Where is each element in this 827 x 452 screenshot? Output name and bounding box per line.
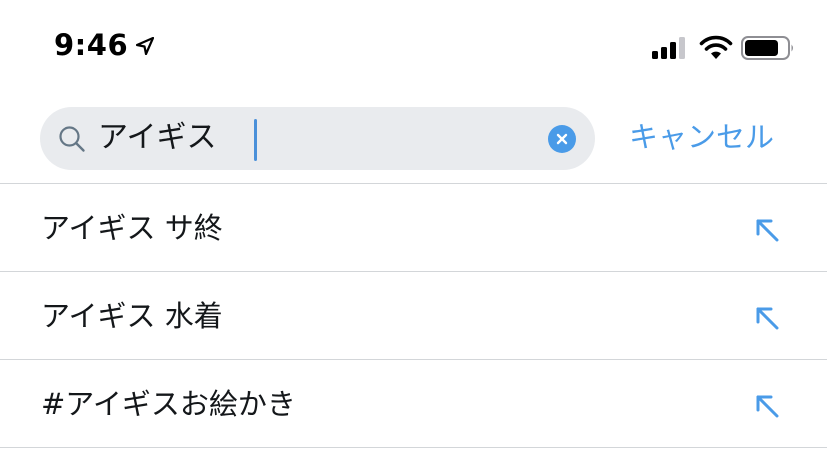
suggestion-label: アイギス 水着 bbox=[41, 299, 223, 333]
suggestion-item[interactable]: アイギス サ終 bbox=[0, 184, 827, 271]
clear-icon bbox=[556, 133, 568, 145]
fill-arrow-icon[interactable] bbox=[752, 215, 782, 245]
battery-icon bbox=[741, 36, 793, 60]
suggestion-item[interactable]: #アイギスお絵かき bbox=[0, 360, 827, 447]
search-query-text[interactable]: アイギス bbox=[98, 119, 217, 157]
clear-search-button[interactable] bbox=[548, 125, 576, 153]
location-icon bbox=[136, 37, 154, 55]
search-screen: 9:46 アイギス キャンセル アイギス サ終 アイギス 水着 #アイギスお絵か… bbox=[0, 0, 827, 452]
suggestion-item[interactable]: アイギス 水着 bbox=[0, 272, 827, 359]
divider bbox=[0, 447, 827, 448]
suggestion-label: アイギス サ終 bbox=[41, 211, 223, 245]
suggestion-list: アイギス サ終 アイギス 水着 #アイギスお絵かき bbox=[0, 183, 827, 448]
search-icon bbox=[59, 126, 85, 152]
signal-icon bbox=[652, 37, 685, 59]
search-bar-row: アイギス キャンセル bbox=[0, 95, 827, 183]
status-time: 9:46 bbox=[54, 28, 129, 62]
status-bar: 9:46 bbox=[0, 0, 827, 95]
search-input[interactable]: アイギス bbox=[40, 107, 595, 170]
cancel-button[interactable]: キャンセル bbox=[629, 117, 774, 157]
fill-arrow-icon[interactable] bbox=[752, 391, 782, 421]
suggestion-label: #アイギスお絵かき bbox=[41, 387, 296, 421]
fill-arrow-icon[interactable] bbox=[752, 303, 782, 333]
text-caret bbox=[254, 119, 257, 161]
wifi-icon bbox=[699, 35, 733, 59]
